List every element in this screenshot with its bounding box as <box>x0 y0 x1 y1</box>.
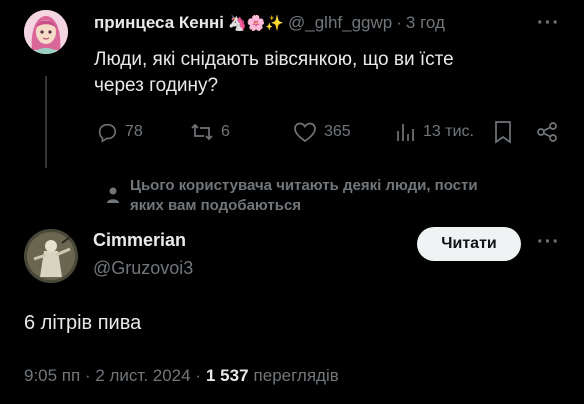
author-handle[interactable]: @_glhf_ggwp <box>288 13 392 33</box>
views-action[interactable]: 13 тис. <box>394 121 474 143</box>
repost-action[interactable]: 6 <box>190 121 230 143</box>
reply-meta: 9:05 пп · 2 лист. 2024 · 1 537 перегляді… <box>24 366 339 386</box>
reply-timestamp[interactable]: 9:05 пп · 2 лист. 2024 · <box>24 366 201 386</box>
reply-author-avatar[interactable] <box>24 229 78 283</box>
share-button[interactable] <box>535 120 559 149</box>
like-action[interactable]: 365 <box>293 121 351 143</box>
separator-dot: · <box>396 13 402 32</box>
reply-text: 6 літрів пива <box>24 312 142 334</box>
follow-button[interactable]: Читати <box>417 227 521 261</box>
quoted-post-text: Люди, які снідають вівсянкою, що ви їсте… <box>94 47 564 99</box>
reply-action[interactable]: 78 <box>96 121 143 143</box>
notice-line-2: яких вам подобаються <box>130 197 302 214</box>
thread-connector-line <box>45 76 47 168</box>
social-context-notice: Цього користувача читають деякі люди, по… <box>130 176 478 216</box>
reply-count: 78 <box>125 123 143 140</box>
share-icon <box>537 122 557 142</box>
author-emoji-badges: 🦄🌸✨ <box>227 15 285 32</box>
post-time[interactable]: 3 год <box>406 13 445 33</box>
more-options-button[interactable]: ··· <box>537 12 560 35</box>
bookmark-icon <box>495 121 511 144</box>
repost-icon <box>191 123 213 141</box>
reply-views-count: 1 537 <box>205 366 249 385</box>
author-name[interactable]: принцеса Кенні <box>94 13 224 33</box>
author-avatar[interactable] <box>24 10 68 54</box>
reply-author-handle[interactable]: @Gruzovoi3 <box>93 258 193 279</box>
reply-more-options-button[interactable]: ··· <box>537 231 560 254</box>
notice-line-1: Цього користувача читають деякі люди, по… <box>130 177 478 194</box>
post-text-line-1: Люди, які снідають вівсянкою, що ви їсте <box>94 49 454 70</box>
reply-views-label: переглядів <box>253 366 339 385</box>
bookmark-button[interactable] <box>493 120 513 149</box>
avatar-portrait-icon <box>24 10 68 54</box>
quoted-post-header: принцеса Кенні 🦄🌸✨ @_glhf_ggwp · 3 год <box>94 13 445 33</box>
views-chart-icon <box>397 124 414 141</box>
post-text-line-2: через годину? <box>94 75 219 96</box>
person-icon <box>106 186 120 209</box>
heart-icon <box>294 122 316 143</box>
avatar-warrior-icon <box>24 229 78 283</box>
views-count: 13 тис. <box>423 123 474 140</box>
repost-count: 6 <box>221 123 230 140</box>
reply-author-name[interactable]: Cimmerian <box>93 230 186 251</box>
like-count: 365 <box>324 123 351 140</box>
reply-icon <box>98 123 117 143</box>
